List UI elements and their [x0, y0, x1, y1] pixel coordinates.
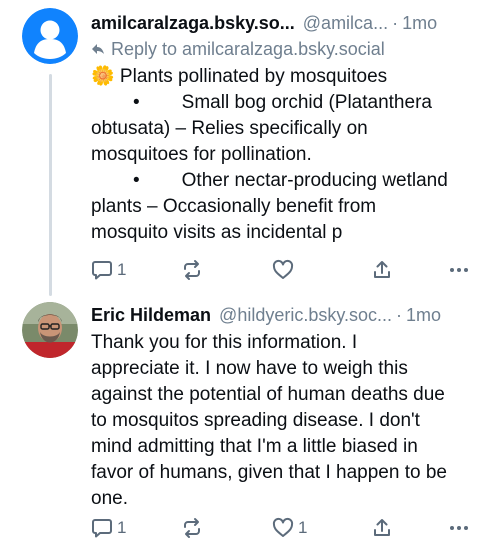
text-line: appreciate it. I now have to weigh this [91, 358, 408, 379]
author-name[interactable]: Eric Hildeman [91, 302, 211, 328]
text-line: mosquito visits as incidental p [91, 222, 343, 243]
more-options-button[interactable] [448, 259, 470, 281]
text-line-content: Small bog orchid (Platanthera [181, 92, 432, 113]
separator: · [396, 305, 403, 325]
reply-count: 1 [117, 260, 127, 279]
text-line: • Small bog orchid (Platanthera [91, 90, 488, 116]
more-dots-icon [450, 268, 468, 272]
reply-to-link[interactable]: Reply to amilcaralzaga.bsky.social [91, 36, 488, 62]
post-header: amilcaralzaga.bsky.so... @amilca... · 1m… [91, 10, 488, 36]
share-button[interactable] [371, 517, 393, 539]
default-user-avatar-icon [22, 8, 78, 64]
post[interactable]: amilcaralzaga.bsky.so... @amilca... · 1m… [0, 0, 500, 296]
text-line: 🌼 Plants pollinated by mosquitoes [91, 66, 388, 87]
more-dots-icon [450, 526, 468, 530]
bullet: • [133, 170, 140, 191]
repost-button[interactable] [181, 517, 203, 539]
text-line: mosquitoes for pollination. [91, 144, 312, 165]
share-icon [374, 519, 390, 536]
like-count: 1 [298, 518, 308, 537]
bullet: • [133, 92, 140, 113]
user-photo-avatar-icon [22, 302, 78, 358]
text-line: • Other nectar-producing wetland [91, 168, 488, 194]
separator: · [392, 13, 399, 33]
post-text: Thank you for this information. I apprec… [91, 330, 488, 512]
reply-bubble-icon [92, 261, 112, 280]
reply-count: 1 [117, 518, 127, 537]
repost-icon [184, 518, 200, 538]
heart-icon [272, 259, 294, 279]
text-line: plants – Occasionally benefit from [91, 196, 377, 217]
like-button[interactable]: 1 [272, 517, 307, 539]
post-actions: 1 [91, 258, 471, 282]
timestamp[interactable]: 1mo [402, 10, 437, 36]
heart-icon [272, 517, 294, 537]
repost-button[interactable] [181, 259, 203, 281]
repost-icon [184, 260, 200, 280]
text-line: obtusata) – Relies specifically on [91, 118, 368, 139]
share-icon [374, 261, 390, 278]
post-actions: 1 1 [91, 516, 471, 540]
author-name[interactable]: amilcaralzaga.bsky.so... [91, 10, 295, 36]
reply-button[interactable]: 1 [91, 517, 126, 539]
post-header: Eric Hildeman @hildyeric.bsky.soc... · 1… [91, 302, 488, 328]
reply-button[interactable]: 1 [91, 259, 126, 281]
avatar[interactable] [22, 8, 78, 64]
author-handle[interactable]: @hildyeric.bsky.soc... [219, 302, 392, 328]
more-options-button[interactable] [448, 517, 470, 539]
text-line: Thank you for this information. I [91, 332, 358, 353]
text-line: favor of humans, given that I happen to … [91, 462, 447, 483]
author-handle[interactable]: @amilca... [303, 10, 388, 36]
text-line: to mosquitos spreading disease. I don't [91, 410, 420, 431]
reply-arrow-icon [92, 44, 104, 54]
text-line: against the potential of human deaths du… [91, 384, 445, 405]
share-button[interactable] [371, 259, 393, 281]
text-line: mind admitting that I'm a little biased … [91, 436, 418, 457]
post-text: 🌼 Plants pollinated by mosquitoes • Small… [91, 64, 488, 246]
reply-to-label: Reply to amilcaralzaga.bsky.social [111, 39, 385, 59]
avatar[interactable] [22, 302, 78, 358]
like-button[interactable] [272, 259, 294, 281]
reply-bubble-icon [92, 519, 112, 538]
post[interactable]: Eric Hildeman @hildyeric.bsky.soc... · 1… [0, 296, 500, 546]
text-line: one. [91, 488, 128, 509]
text-line-content: Other nectar-producing wetland [181, 170, 448, 191]
timestamp[interactable]: 1mo [406, 302, 441, 328]
